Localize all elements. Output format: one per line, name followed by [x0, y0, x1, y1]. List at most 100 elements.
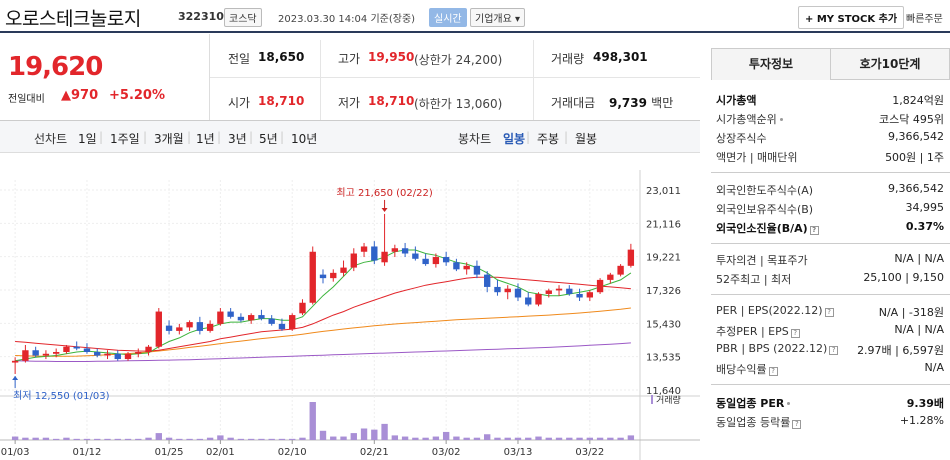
row-pbr-label[interactable]: PBR | BPS (2022.12)? — [716, 342, 839, 355]
help-icon: ? — [829, 346, 839, 355]
help-icon: ? — [809, 226, 819, 235]
summary-col-divider — [320, 40, 321, 120]
price-chart[interactable]: 23,01121,11619,22117,32615,43013,53511,6… — [0, 170, 700, 460]
volume-bar — [104, 438, 111, 440]
summary-row-divider — [210, 77, 700, 78]
volume-bar — [463, 437, 470, 440]
candle-body — [463, 265, 470, 270]
section-divider — [711, 243, 950, 244]
candle-body — [484, 274, 491, 287]
amount-value: 9,739 백만 — [609, 94, 673, 111]
basis-text: 기준(장중) — [370, 14, 416, 25]
volume-bar — [525, 437, 532, 440]
volume-legend-swatch — [651, 395, 653, 404]
volume-bar — [52, 438, 60, 440]
candle-body — [473, 265, 481, 275]
candle-daily[interactable]: 일봉 — [503, 130, 525, 147]
volume-bar — [371, 429, 378, 440]
low-value: 18,710 — [368, 94, 415, 108]
candle-body — [104, 353, 111, 356]
volume-value: 498,301 — [593, 50, 648, 64]
candle-body — [535, 293, 542, 305]
y-tick-label: 15,430 — [646, 319, 681, 330]
change-value: ▲970 — [61, 88, 98, 103]
volume-bar — [391, 435, 399, 440]
row-est-per-label[interactable]: 추정PER | EPS? — [716, 323, 800, 339]
candle-body — [289, 315, 296, 330]
row-foreign-ratio-label[interactable]: 외국인소진율(B/A)? — [716, 220, 819, 236]
candle-body — [145, 346, 152, 353]
row-per-label[interactable]: PER | EPS(2022.12)? — [716, 304, 834, 317]
x-tick-label: 02/21 — [360, 447, 389, 458]
period-10y[interactable]: 10년 — [291, 130, 317, 147]
volume-bar — [566, 437, 573, 440]
candle-monthly[interactable]: 월봉 — [575, 130, 597, 147]
volume-bar — [114, 438, 121, 440]
change-label: 전일대비 — [8, 94, 45, 105]
period-5y[interactable]: 5년 — [259, 130, 278, 147]
row-cap-rank-value: 코스닥 495위 — [879, 113, 944, 126]
volume-bar — [217, 435, 224, 440]
y-tick-label: 13,535 — [646, 353, 681, 364]
volume-bar — [535, 436, 542, 440]
volume-bar — [627, 435, 635, 440]
period-sep: | — [564, 130, 569, 144]
candle-body — [124, 353, 132, 360]
period-1d[interactable]: 1일 — [78, 130, 97, 147]
amount-number: 9,739 — [609, 96, 647, 110]
candle-body — [73, 346, 80, 349]
row-52w-label: 52주최고 | 최저 — [716, 273, 792, 286]
x-tick-label: 01/12 — [73, 447, 102, 458]
quick-order-link[interactable]: 빠른주문 — [906, 10, 943, 25]
candle-weekly[interactable]: 주봉 — [537, 130, 559, 147]
volume-bar — [11, 436, 19, 440]
dividend-text: 배당수익률 — [716, 363, 767, 376]
volume-bar — [381, 423, 388, 440]
candle-body — [586, 292, 594, 298]
foreign-ratio-text: 외국인소진율(B/A) — [716, 222, 808, 235]
candle-body — [42, 353, 50, 356]
candle-body — [114, 353, 121, 360]
prev-close-value: 18,650 — [258, 50, 305, 64]
candle-body — [247, 315, 255, 321]
amount-label: 거래대금 — [551, 96, 596, 110]
volume-bar — [268, 438, 275, 440]
row-sector-chg-label[interactable]: 동일업종 등락률? — [716, 414, 802, 430]
row-shares-value: 9,366,542 — [888, 130, 944, 143]
company-overview-button[interactable]: 기업개요 ▾ — [470, 8, 526, 27]
row-par-value: 500원 | 1주 — [885, 151, 944, 164]
volume-bar — [607, 437, 614, 440]
line-chart-label: 선차트 — [34, 132, 68, 146]
help-icon: ? — [792, 420, 802, 429]
candle-body — [432, 257, 440, 265]
period-1y[interactable]: 1년 — [196, 130, 215, 147]
add-mystock-button[interactable]: + MY STOCK 추가 — [798, 6, 905, 29]
section-divider — [711, 294, 950, 295]
candle-body — [278, 323, 286, 330]
period-3m[interactable]: 3개월 — [154, 130, 184, 147]
row-dividend-value: N/A — [924, 361, 944, 374]
section-divider — [711, 172, 950, 173]
volume-bar — [514, 437, 522, 440]
row-pbr-value: 2.97배 | 6,597원 — [857, 344, 944, 357]
lower-limit: (하한가 13,060) — [414, 97, 503, 111]
candle-body — [453, 262, 460, 270]
volume-bar — [432, 436, 440, 440]
row-dividend-label[interactable]: 배당수익률? — [716, 361, 778, 377]
tab-order-book[interactable]: 호가10단계 — [830, 48, 950, 80]
row-cap-rank-label[interactable]: 시가총액순위 — [716, 111, 783, 127]
volume-bar — [596, 437, 604, 440]
candle-body — [196, 322, 204, 331]
volume-bar — [165, 437, 173, 440]
volume-bar — [422, 437, 429, 440]
tab-investment-info[interactable]: 투자정보 — [711, 48, 831, 80]
est-per-text: 추정PER | EPS — [716, 325, 789, 338]
candle-body — [309, 251, 316, 303]
x-tick-label: 02/10 — [278, 447, 307, 458]
realtime-button[interactable]: 실시간 — [429, 8, 467, 27]
period-3y[interactable]: 3년 — [228, 130, 247, 147]
row-sector-per-label[interactable]: 동일업종 PER — [716, 395, 791, 411]
period-sep: | — [280, 130, 285, 144]
period-1w[interactable]: 1주일 — [110, 130, 140, 147]
row-opinion-value: N/A | N/A — [894, 252, 944, 265]
